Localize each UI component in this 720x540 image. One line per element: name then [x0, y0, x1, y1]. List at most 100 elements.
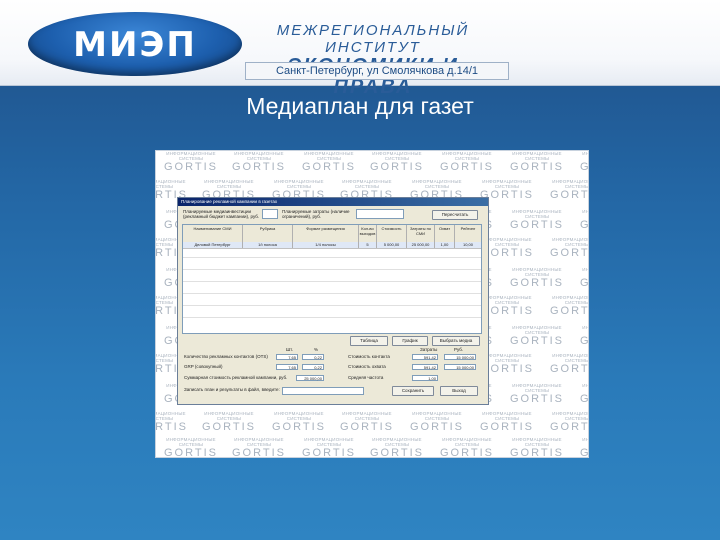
- watermark-brand-text: GORTIS: [572, 335, 588, 347]
- screenshot-panel: ИНФОРМАЦИОННЫЕ СИСТЕМЫ GORTIS ИНФОРМАЦИОНН…: [155, 150, 589, 458]
- save-filename-input[interactable]: [282, 387, 364, 395]
- grp-value1: 7,65: [276, 364, 298, 370]
- watermark-tile: ИНФОРМАЦИОННЫЕ СИСТЕМЫGORTIS: [294, 437, 364, 458]
- budget-total-label: Суммарная стоимость рекламной кампании, …: [184, 375, 288, 380]
- institute-name: МЕЖРЕГИОНАЛЬНЫЙ ИНСТИТУТ ЭКОНОМИКИ И ПРА…: [258, 22, 488, 98]
- exit-button[interactable]: Выход: [440, 386, 478, 396]
- grid-line: [183, 293, 481, 294]
- watermark-tile: ИНФОРМАЦИОННЫЕ СИСТЕМЫGORTIS: [542, 179, 589, 201]
- watermark-brand-text: GORTIS: [572, 447, 588, 457]
- grp-label: GRP (совокупный): [184, 364, 223, 369]
- watermark-brand-text: GORTIS: [550, 421, 589, 433]
- institute-line1: МЕЖРЕГИОНАЛЬНЫЙ ИНСТИТУТ: [276, 22, 470, 56]
- watermark-tile: ИНФОРМАЦИОННЫЕ СИСТЕМЫGORTIS: [502, 383, 572, 405]
- watermark-small-text: ИНФОРМАЦИОННЫЕ СИСТЕМЫ: [582, 325, 589, 330]
- cell-reach: 1,00: [435, 242, 455, 248]
- watermark-small-text: ИНФОРМАЦИОННЫЕ СИСТЕМЫ: [234, 151, 284, 161]
- select-media-button[interactable]: Выбрать медиа: [432, 336, 480, 346]
- logo-text: МИЭП: [73, 25, 197, 65]
- table-header: Наименование СМИ Рубрика Формат размещен…: [183, 225, 481, 243]
- slide-title: Медиаплан для газет: [246, 93, 474, 119]
- col-rubric[interactable]: Рубрика: [243, 225, 293, 242]
- watermark-brand-text: GORTIS: [510, 393, 564, 405]
- table-row[interactable]: Деловой Петербург 1ð полоса 1/4 полосы 5…: [183, 242, 481, 249]
- summary-col-rub: Руб.: [454, 347, 464, 352]
- watermark-brand-text: GORTIS: [440, 161, 494, 173]
- watermark-tile: ИНФОРМАЦИОННЫЕ СИСТЕМЫGORTIS: [332, 411, 402, 433]
- watermark-brand-text: GORTIS: [410, 421, 464, 433]
- app-window: Планирование рекламной кампании в газета…: [177, 197, 489, 405]
- reach-cost-label: Стоимость охвата: [348, 364, 386, 369]
- col-price[interactable]: Стоимость: [377, 225, 407, 242]
- col-cost[interactable]: Затраты по СМИ: [407, 225, 435, 242]
- watermark-tile: ИНФОРМАЦИОННЫЕ СИСТЕМЫGORTIS: [572, 267, 589, 289]
- summary-col-pieces: Шт.: [286, 347, 293, 352]
- watermark-small-text: ИНФОРМАЦИОННЫЕ СИСТЕМЫ: [552, 411, 589, 421]
- watermark-small-text: ИНФОРМАЦИОННЫЕ СИСТЕМЫ: [166, 437, 216, 447]
- watermark-small-text: ИНФОРМАЦИОННЫЕ СИСТЕМЫ: [512, 325, 562, 335]
- ots-value1: 7,65: [276, 354, 298, 360]
- contact-cost-label: Стоимость контакта: [348, 354, 390, 359]
- watermark-brand-text: GORTIS: [232, 161, 286, 173]
- grid-line: [183, 269, 481, 270]
- watermark-brand-text: GORTIS: [370, 161, 424, 173]
- watermark-tile: ИНФОРМАЦИОННЫЕ СИСТЕМЫGORTIS: [542, 411, 589, 433]
- summary-col-pct: %: [314, 347, 319, 352]
- watermark-tile: ИНФОРМАЦИОННЫЕ СИСТЕМЫGORTIS: [502, 151, 572, 173]
- watermark-brand-text: GORTIS: [510, 161, 564, 173]
- watermark-brand-text: GORTIS: [510, 447, 564, 458]
- cell-format: 1/4 полосы: [293, 242, 359, 248]
- col-count[interactable]: Кол-во выходов: [359, 225, 377, 242]
- watermark-small-text: ИНФОРМАЦИОННЫЕ СИСТЕМЫ: [372, 437, 422, 447]
- watermark-brand-text: GORTIS: [550, 189, 589, 201]
- watermark-small-text: ИНФОРМАЦИОННЫЕ СИСТЕМЫ: [482, 179, 532, 189]
- watermark-small-text: ИНФОРМАЦИОННЫЕ СИСТЕМЫ: [582, 267, 589, 272]
- summary-col-cost: Затраты: [420, 347, 438, 352]
- budget-total-value: 25 000,00: [296, 375, 324, 381]
- watermark-tile: ИНФОРМАЦИОННЫЕ СИСТЕМЫGORTIS: [156, 437, 226, 457]
- watermark-small-text: ИНФОРМАЦИОННЫЕ СИСТЕМЫ: [442, 437, 492, 447]
- watermark-small-text: ИНФОРМАЦИОННЫЕ СИСТЕМЫ: [304, 151, 354, 161]
- watermark-brand-text: GORTIS: [440, 447, 494, 458]
- watermark-small-text: ИНФОРМАЦИОННЫЕ СИСТЕМЫ: [155, 411, 186, 421]
- watermark-small-text: ИНФОРМАЦИОННЫЕ СИСТЕМЫ: [552, 353, 589, 363]
- col-rating[interactable]: Рейтинг: [455, 225, 481, 242]
- header-banner: МИЭП МЕЖРЕГИОНАЛЬНЫЙ ИНСТИТУТ ЭКОНОМИКИ …: [0, 0, 720, 98]
- grid-line: [183, 257, 481, 258]
- contact-cost-value1: 591,42: [412, 354, 438, 360]
- window-title: Планирование рекламной кампании в газета…: [178, 198, 488, 206]
- col-media-name[interactable]: Наименование СМИ: [183, 225, 243, 242]
- col-format[interactable]: Формат размещения: [293, 225, 359, 242]
- grid-line: [183, 305, 481, 306]
- watermark-tile: ИНФОРМАЦИОННЫЕ СИСТЕМЫGORTIS: [502, 209, 572, 231]
- watermark-brand-text: GORTIS: [550, 247, 589, 259]
- watermark-tile: ИНФОРМАЦИОННЫЕ СИСТЕМЫGORTIS: [194, 411, 264, 433]
- watermark-brand-text: GORTIS: [155, 421, 188, 433]
- watermark-brand-text: GORTIS: [302, 161, 356, 173]
- watermark-small-text: ИНФОРМАЦИОННЫЕ СИСТЕМЫ: [204, 411, 254, 421]
- watermark-small-text: ИНФОРМАЦИОННЫЕ СИСТЕМЫ: [274, 411, 324, 421]
- watermark-small-text: ИНФОРМАЦИОННЫЕ СИСТЕМЫ: [582, 151, 589, 156]
- save-button[interactable]: Сохранить: [392, 386, 434, 396]
- watermark-brand-text: GORTIS: [572, 161, 588, 173]
- watermark-small-text: ИНФОРМАЦИОННЫЕ СИСТЕМЫ: [482, 411, 532, 421]
- watermark-tile: ИНФОРМАЦИОННЫЕ СИСТЕМЫGORTIS: [402, 411, 472, 433]
- watermark-tile: ИНФОРМАЦИОННЫЕ СИСТЕМЫGORTIS: [362, 151, 432, 173]
- grid-line: [183, 281, 481, 282]
- table-button[interactable]: Таблица: [350, 336, 388, 346]
- avg-frequency-value: 1,00: [412, 375, 438, 381]
- watermark-small-text: ИНФОРМАЦИОННЫЕ СИСТЕМЫ: [155, 179, 186, 189]
- reach-cost-value1: 591,42: [412, 364, 438, 370]
- cost-limit-input[interactable]: [356, 209, 404, 219]
- budget-input[interactable]: [262, 209, 278, 219]
- recalc-button[interactable]: Пересчитать: [432, 210, 478, 220]
- chart-button[interactable]: График: [392, 336, 428, 346]
- watermark-brand-text: GORTIS: [164, 161, 218, 173]
- cell-media: Деловой Петербург: [183, 242, 243, 248]
- watermark-brand-text: GORTIS: [510, 277, 564, 289]
- watermark-brand-text: GORTIS: [302, 447, 356, 458]
- col-reach[interactable]: Охват: [435, 225, 455, 242]
- reach-cost-value2: 15 000,00: [444, 364, 476, 370]
- watermark-brand-text: GORTIS: [480, 421, 534, 433]
- watermark-tile: ИНФОРМАЦИОННЫЕ СИСТЕМЫGORTIS: [542, 237, 589, 259]
